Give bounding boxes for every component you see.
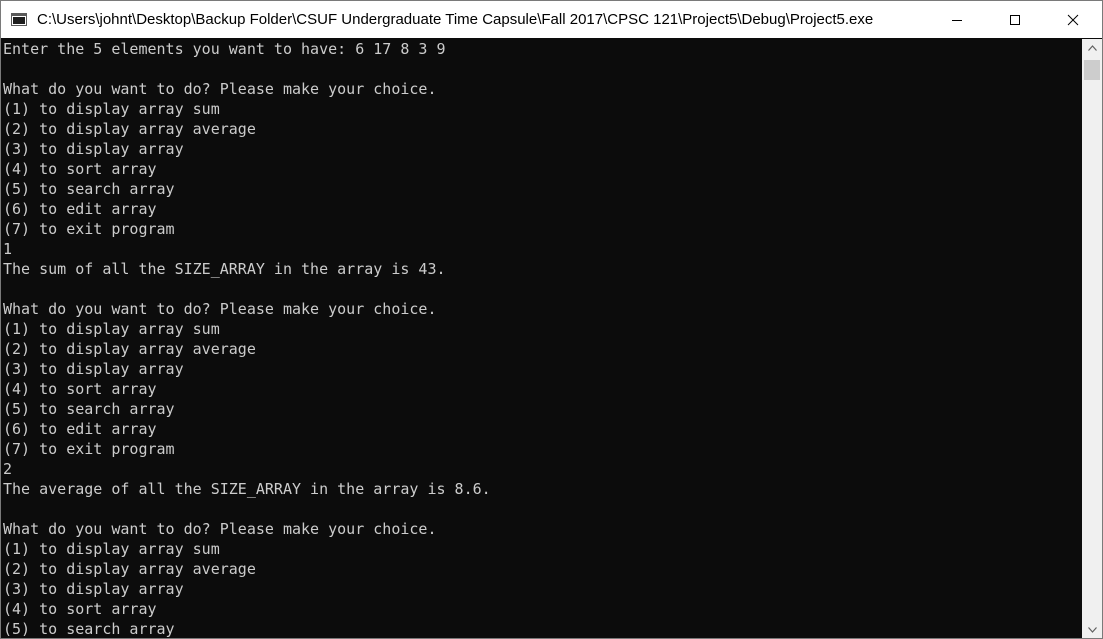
scroll-up-button[interactable] bbox=[1082, 39, 1102, 56]
console-line: (1) to display array sum bbox=[3, 320, 220, 338]
console-line: (4) to sort array bbox=[3, 600, 157, 618]
console-line: (1) to display array sum bbox=[3, 540, 220, 558]
close-button[interactable] bbox=[1044, 1, 1102, 38]
console-line: (2) to display array average bbox=[3, 560, 256, 578]
console-app-icon bbox=[11, 13, 27, 26]
console-line: What do you want to do? Please make your… bbox=[3, 80, 437, 98]
scroll-up-arrow-icon bbox=[1087, 44, 1097, 51]
console-line: (5) to search array bbox=[3, 180, 175, 198]
console-line: (7) to exit program bbox=[3, 220, 175, 238]
maximize-icon bbox=[1010, 14, 1020, 25]
scroll-down-arrow-icon bbox=[1087, 626, 1097, 633]
console-line: (3) to display array bbox=[3, 140, 184, 158]
close-icon bbox=[1067, 14, 1079, 25]
console-line: (3) to display array bbox=[3, 360, 184, 378]
console-line: (6) to edit array bbox=[3, 200, 157, 218]
console-line: (2) to display array average bbox=[3, 340, 256, 358]
maximize-button[interactable] bbox=[986, 1, 1044, 38]
console-line: (4) to sort array bbox=[3, 380, 157, 398]
console-line: What do you want to do? Please make your… bbox=[3, 520, 437, 538]
console-output[interactable]: Enter the 5 elements you want to have: 6… bbox=[1, 39, 1082, 638]
title-bar[interactable]: C:\Users\johnt\Desktop\Backup Folder\CSU… bbox=[1, 1, 1102, 38]
scroll-down-button[interactable] bbox=[1082, 621, 1102, 638]
console-text: Enter the 5 elements you want to have: 6… bbox=[1, 39, 1082, 638]
minimize-icon bbox=[952, 19, 962, 21]
scroll-thumb[interactable] bbox=[1084, 60, 1100, 80]
console-line: (6) to edit array bbox=[3, 420, 157, 438]
console-line: (2) to display array average bbox=[3, 120, 256, 138]
console-line: (5) to search array bbox=[3, 620, 175, 638]
console-line: (5) to search array bbox=[3, 400, 175, 418]
console-line: (3) to display array bbox=[3, 580, 184, 598]
console-window: C:\Users\johnt\Desktop\Backup Folder\CSU… bbox=[0, 0, 1103, 639]
console-line: What do you want to do? Please make your… bbox=[3, 300, 437, 318]
minimize-button[interactable] bbox=[928, 1, 986, 38]
vertical-scrollbar[interactable] bbox=[1082, 39, 1102, 638]
console-line: The sum of all the SIZE_ARRAY in the arr… bbox=[3, 260, 446, 278]
console-line: Enter the 5 elements you want to have: 6… bbox=[3, 40, 446, 58]
console-line: (7) to exit program bbox=[3, 440, 175, 458]
console-line: 1 bbox=[3, 240, 13, 258]
console-line: (1) to display array sum bbox=[3, 100, 220, 118]
console-line: The average of all the SIZE_ARRAY in the… bbox=[3, 480, 491, 498]
window-title: C:\Users\johnt\Desktop\Backup Folder\CSU… bbox=[37, 11, 874, 28]
console-line: 2 bbox=[3, 460, 13, 478]
caption-buttons bbox=[928, 1, 1102, 38]
console-line: (4) to sort array bbox=[3, 160, 157, 178]
